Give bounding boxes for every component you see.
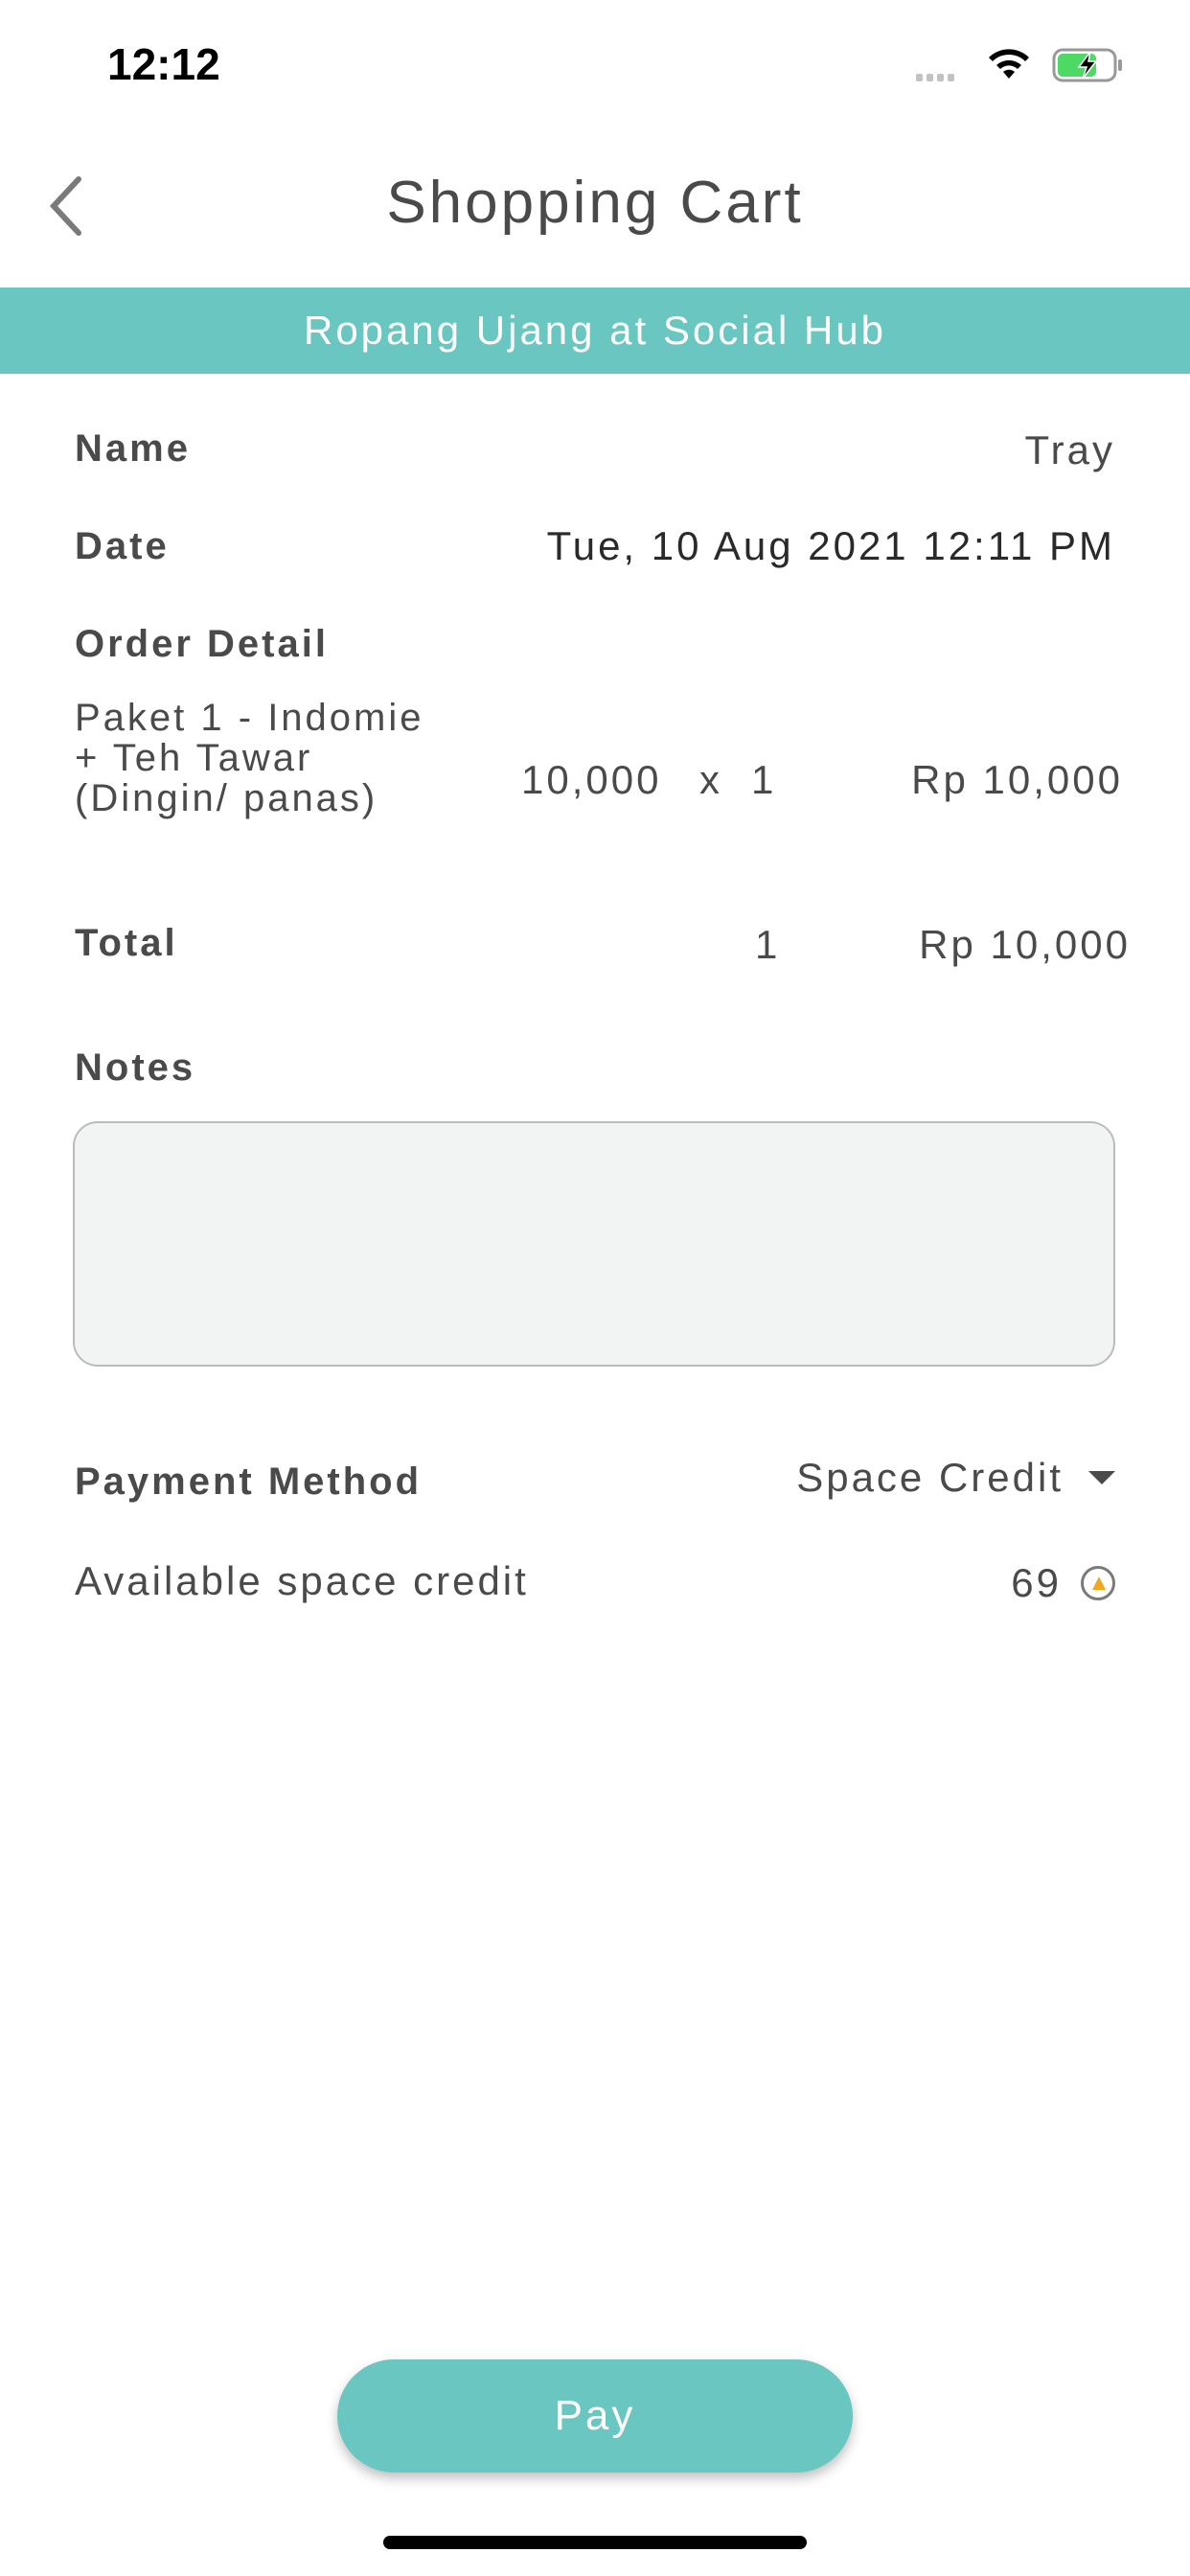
wifi-icon: [989, 49, 1029, 79]
date-label: Date: [75, 525, 170, 567]
name-label: Name: [75, 427, 191, 470]
home-indicator: [383, 2536, 807, 2549]
notes-input[interactable]: [73, 1121, 1115, 1367]
notes-label: Notes: [75, 1046, 196, 1089]
total-amount: Rp 10,000: [919, 922, 1131, 967]
total-qty: 1: [755, 922, 781, 967]
battery-icon: [1052, 48, 1122, 82]
order-item-qty: 1: [751, 757, 777, 802]
merchant-banner: Ropang Ujang at Social Hub: [0, 288, 1190, 374]
total-label: Total: [75, 922, 178, 964]
payment-method-value: Space Credit: [796, 1455, 1064, 1500]
date-value: Tue, 10 Aug 2021 12:11 PM: [546, 523, 1115, 568]
space-credit-icon: [1081, 1566, 1115, 1600]
credit-balance: 69: [1011, 1560, 1115, 1606]
order-item-name: Paket 1 - Indomie + Teh Tawar (Dingin/ p…: [75, 697, 424, 819]
name-value: Tray: [1024, 427, 1115, 472]
payment-method-select[interactable]: Space Credit: [796, 1455, 1115, 1501]
order-item-subtotal: Rp 10,000: [911, 757, 1123, 802]
order-detail-label: Order Detail: [75, 623, 329, 665]
order-item-multiplier: x: [699, 757, 722, 802]
status-time: 12:12: [107, 39, 220, 89]
payment-method-label: Payment Method: [75, 1460, 423, 1503]
pay-button[interactable]: Pay: [337, 2359, 853, 2472]
credit-label: Available space credit: [75, 1558, 529, 1603]
order-item-price: 10,000: [521, 757, 662, 802]
signal-icon: [916, 69, 958, 86]
caret-down-icon: [1088, 1471, 1115, 1484]
credit-amount: 69: [1011, 1560, 1062, 1605]
page-title: Shopping Cart: [386, 170, 804, 236]
